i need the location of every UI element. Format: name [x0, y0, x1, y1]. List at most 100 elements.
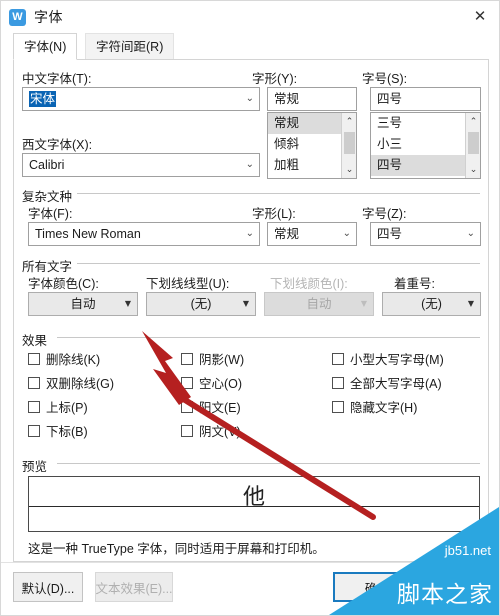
cs-font-input[interactable]: Times New Roman ⌄ [28, 222, 260, 246]
font-size-list[interactable]: 三号 小三 四号 ⌃ ⌄ [370, 112, 481, 179]
emphasis-mark-dropdown[interactable]: (无) ▼ [382, 292, 481, 316]
font-size-value: 四号 [377, 92, 403, 106]
scroll-up-icon[interactable]: ⌃ [466, 114, 480, 129]
checkbox-label: 阳文(E) [199, 401, 241, 415]
font-style-input[interactable]: 常规 [267, 87, 357, 111]
checkbox-hidden-text[interactable]: 隐藏文字(H) [332, 397, 417, 416]
tab-font[interactable]: 字体(N) [13, 33, 78, 60]
checkbox-outline[interactable]: 空心(O) [181, 373, 242, 392]
checkbox-icon[interactable] [332, 376, 344, 389]
tab-character-spacing[interactable]: 字符间距(R) [85, 33, 175, 60]
checkbox-label: 删除线(K) [46, 353, 101, 367]
chevron-down-icon[interactable]: ▼ [125, 293, 131, 315]
font-size-label: 字号(S): [362, 72, 408, 86]
cs-style-value: 常规 [274, 227, 300, 241]
effects-rule [57, 337, 480, 338]
checkbox-label: 空心(O) [199, 377, 243, 391]
chevron-down-icon: ▼ [360, 299, 367, 308]
tab-strip: 字体(N) 字符间距(R) [13, 33, 489, 60]
list-item[interactable]: 三号 [371, 113, 480, 134]
font-panel: 中文字体(T): 字形(Y): 字号(S): 宋体 ⌄ 常规 常规 倾斜 加粗 … [13, 60, 489, 562]
checkbox-icon[interactable] [28, 352, 40, 365]
checkbox-shadow[interactable]: 阴影(W) [181, 349, 244, 368]
checkbox-emboss[interactable]: 阳文(E) [181, 397, 241, 416]
checkbox-icon[interactable] [181, 352, 193, 365]
scroll-down-icon[interactable]: ⌄ [342, 162, 356, 177]
chevron-down-icon[interactable]: ⌄ [343, 223, 351, 245]
latin-font-label: 西文字体(X): [22, 138, 93, 152]
chinese-font-value: 宋体 [29, 91, 57, 107]
cs-style-input[interactable]: 常规 ⌄ [267, 222, 357, 246]
scroll-up-icon[interactable]: ⌃ [342, 114, 356, 129]
scrollbar-thumb[interactable] [344, 132, 355, 154]
cs-size-input[interactable]: 四号 ⌄ [370, 222, 481, 246]
checkbox-all-caps[interactable]: 全部大写字母(A) [332, 373, 442, 392]
chevron-down-icon[interactable]: ⌄ [246, 223, 254, 245]
preview-note: 这是一种 TrueType 字体，同时适用于屏幕和打印机。 [28, 542, 325, 556]
underline-style-dropdown[interactable]: (无) ▼ [146, 292, 256, 316]
list-item[interactable]: 四号 [371, 155, 480, 176]
font-color-value: 自动 [70, 297, 96, 311]
effects-group-label: 效果 [22, 330, 53, 349]
font-dialog: W 字体 ✕ 字体(N) 字符间距(R) 中文字体(T): 字形(Y): 字号(… [0, 0, 500, 616]
checkbox-engrave[interactable]: 阴文(V) [181, 421, 241, 440]
font-style-label: 字形(Y): [252, 72, 298, 86]
checkbox-label: 下标(B) [46, 425, 88, 439]
checkbox-double-strikethrough[interactable]: 双删除线(G) [28, 373, 114, 392]
checkbox-subscript[interactable]: 下标(B) [28, 421, 88, 440]
watermark: jb51.net 脚本之家 [329, 507, 499, 615]
checkbox-label: 上标(P) [46, 401, 88, 415]
list-item[interactable]: 小三 [371, 134, 480, 155]
underline-style-label: 下划线线型(U): [146, 277, 230, 291]
checkbox-icon[interactable] [28, 424, 40, 437]
checkbox-label: 双删除线(G) [46, 377, 115, 391]
font-style-list[interactable]: 常规 倾斜 加粗 ⌃ ⌄ [267, 112, 357, 179]
complex-script-rule [72, 193, 480, 194]
chevron-down-icon[interactable]: ⌄ [246, 154, 254, 176]
checkbox-icon[interactable] [181, 376, 193, 389]
scroll-down-icon[interactable]: ⌄ [466, 162, 480, 177]
underline-color-label: 下划线颜色(I): [270, 277, 348, 291]
cs-style-label: 字形(L): [252, 207, 296, 221]
latin-font-input[interactable]: Calibri ⌄ [22, 153, 260, 177]
checkbox-icon[interactable] [181, 400, 193, 413]
checkbox-label: 隐藏文字(H) [350, 401, 418, 415]
checkbox-icon[interactable] [332, 400, 344, 413]
dialog-title: 字体 [34, 9, 63, 25]
checkbox-superscript[interactable]: 上标(P) [28, 397, 88, 416]
text-effects-button: 文本效果(E)... [95, 572, 173, 602]
checkbox-strikethrough[interactable]: 删除线(K) [28, 349, 100, 368]
font-size-input[interactable]: 四号 [370, 87, 481, 111]
font-color-label: 字体颜色(C): [28, 277, 99, 291]
all-text-rule [72, 263, 480, 264]
scrollbar-thumb[interactable] [468, 132, 479, 154]
default-button[interactable]: 默认(D)... [13, 572, 83, 602]
font-style-scrollbar[interactable]: ⌃ ⌄ [341, 113, 356, 178]
font-size-scrollbar[interactable]: ⌃ ⌄ [465, 113, 480, 178]
chevron-down-icon[interactable]: ⌄ [467, 223, 475, 245]
complex-script-group-label: 复杂文种 [22, 186, 78, 205]
checkbox-label: 全部大写字母(A) [350, 377, 442, 391]
watermark-site: jb51.net [444, 543, 491, 558]
cs-size-label: 字号(Z): [362, 207, 407, 221]
all-text-group-label: 所有文字 [22, 256, 78, 275]
cs-font-value: Times New Roman [35, 227, 141, 241]
checkbox-icon[interactable] [28, 376, 40, 389]
preview-rule [57, 463, 480, 464]
checkbox-icon[interactable] [28, 400, 40, 413]
close-icon[interactable]: ✕ [467, 4, 493, 28]
title-bar: W 字体 ✕ [1, 1, 499, 33]
checkbox-small-caps[interactable]: 小型大写字母(M) [332, 349, 444, 368]
checkbox-label: 阴文(V) [199, 425, 241, 439]
preview-group-label: 预览 [22, 456, 53, 475]
checkbox-icon[interactable] [332, 352, 344, 365]
latin-font-value: Calibri [29, 158, 65, 172]
font-color-dropdown[interactable]: 自动 ▼ [28, 292, 138, 316]
chevron-down-icon[interactable]: ▼ [468, 293, 474, 315]
chinese-font-input[interactable]: 宋体 ⌄ [22, 87, 260, 111]
chevron-down-icon[interactable]: ⌄ [246, 88, 254, 110]
checkbox-icon[interactable] [181, 424, 193, 437]
font-style-value: 常规 [274, 92, 300, 106]
emphasis-mark-label: 着重号: [394, 277, 435, 291]
chevron-down-icon[interactable]: ▼ [243, 293, 249, 315]
